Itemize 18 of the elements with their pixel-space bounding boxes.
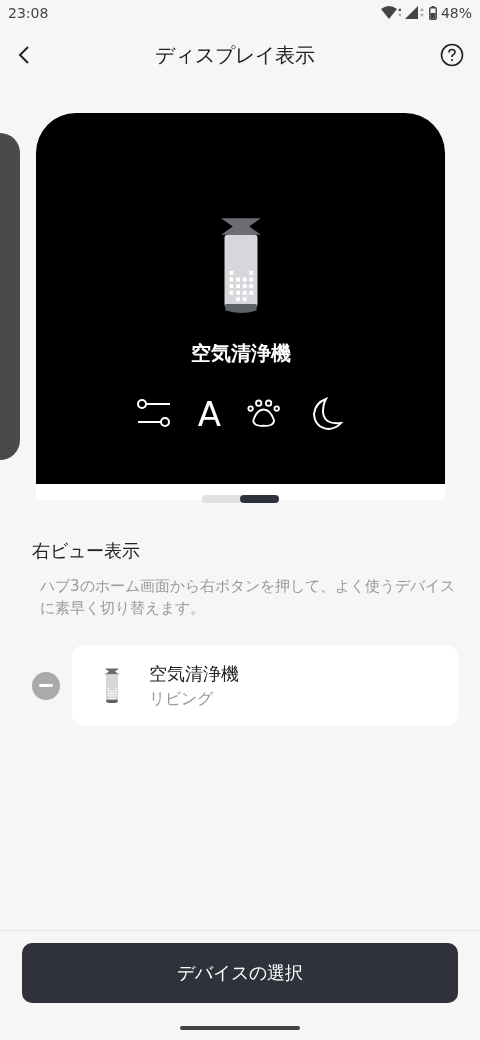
help-icon xyxy=(440,43,464,67)
device-card[interactable]: 空気清浄機 リビング xyxy=(72,645,458,726)
select-device-button[interactable]: デバイスの選択 xyxy=(22,943,458,1003)
status-time: 23:08 xyxy=(8,5,49,21)
device-name: 空気清浄機 xyxy=(149,661,239,686)
device-name: 空気清浄機 xyxy=(190,340,291,367)
battery-level: 48% xyxy=(440,5,472,21)
back-icon xyxy=(18,45,30,65)
section-description: ハブ3のホーム画面から右ボタンを押して、よく使うデバイスに素早く切り替えます。 xyxy=(40,576,456,619)
device-room: リビング xyxy=(149,688,214,710)
page-title: ディスプレイ表示 xyxy=(155,41,315,69)
wifi-icon xyxy=(380,6,401,20)
auto-mode-label: A xyxy=(197,397,222,431)
back-button[interactable] xyxy=(18,45,30,65)
battery-icon xyxy=(428,6,437,20)
section-title: 右ビュー表示 xyxy=(32,539,141,563)
help-button[interactable] xyxy=(440,43,464,67)
signal-icon xyxy=(404,6,425,20)
